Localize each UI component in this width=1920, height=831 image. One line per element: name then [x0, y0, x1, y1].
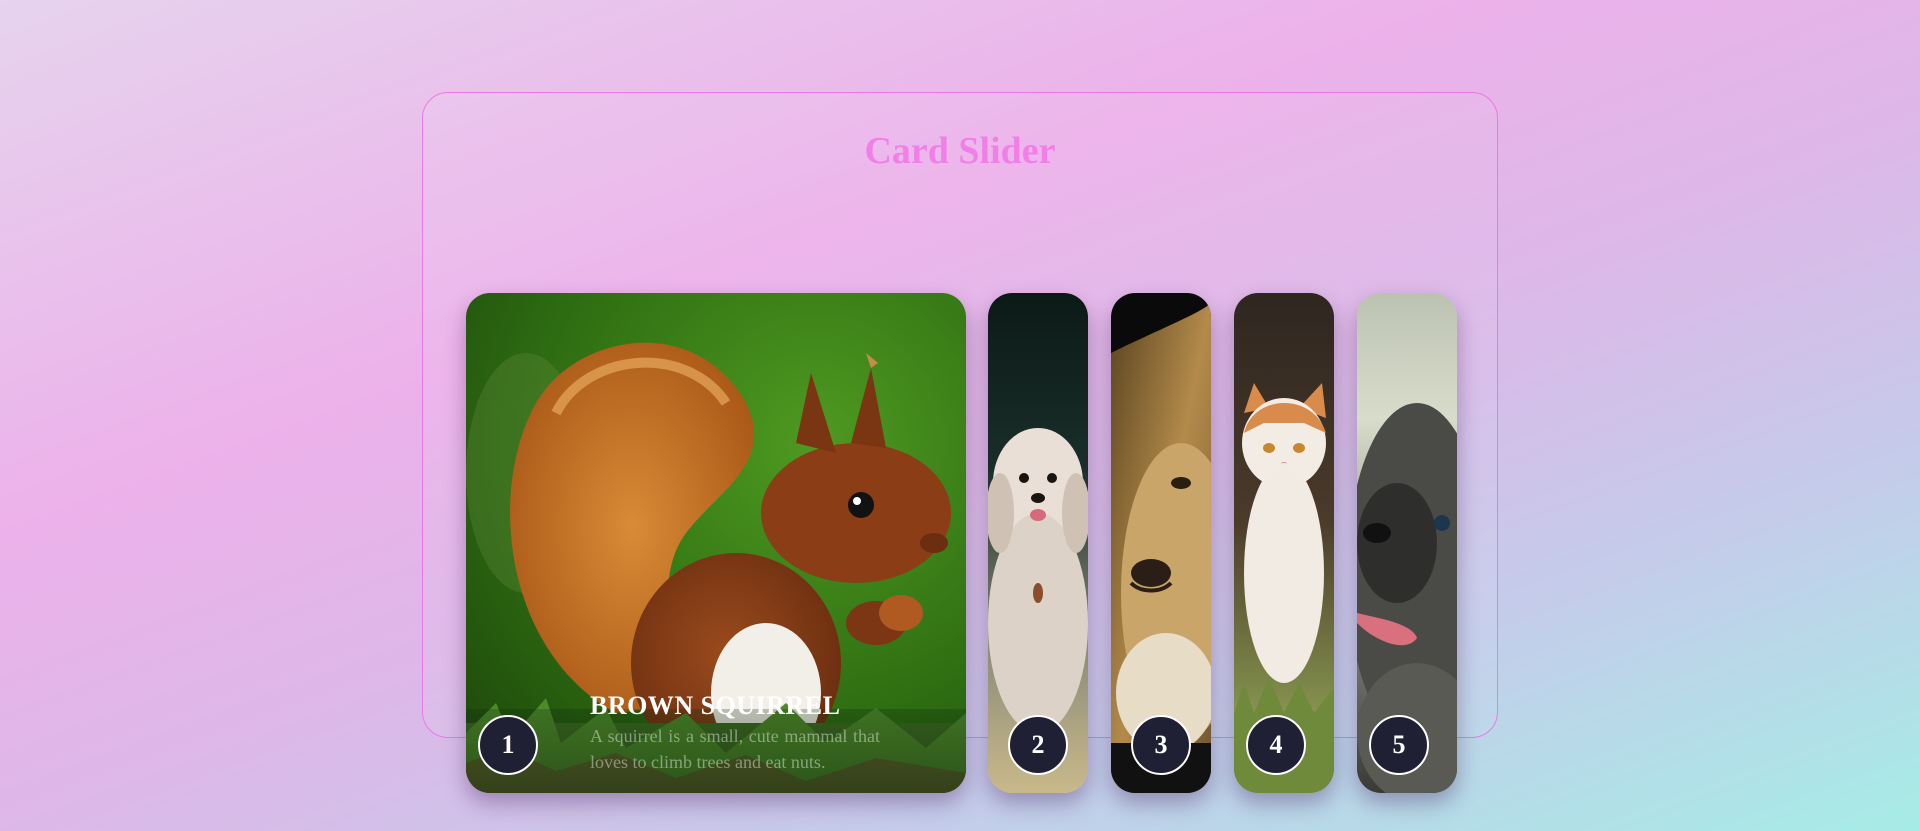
slider-title: Card Slider: [864, 130, 1056, 172]
card-description: A squirrel is a small, cute mammal that …: [590, 726, 880, 772]
slider-card-5[interactable]: 5: [1357, 293, 1457, 793]
slider-card-1[interactable]: Brown Squirrel A squirrel is a small, cu…: [466, 293, 966, 793]
card-number-badge: 3: [1131, 715, 1191, 775]
card-number-badge: 5: [1369, 715, 1429, 775]
card-slider: Card Slider BROWN SQUIRREL A squirrel is…: [422, 92, 1498, 793]
slider-card-2[interactable]: 2: [988, 293, 1088, 793]
slider-card-4[interactable]: 4: [1234, 293, 1334, 793]
card-number-badge: 1: [478, 715, 538, 775]
card-number-badge: 4: [1246, 715, 1306, 775]
card-number-badge: 2: [1008, 715, 1068, 775]
card-heading: Brown Squirrel: [590, 691, 841, 720]
slider-card-3[interactable]: 3: [1111, 293, 1211, 793]
